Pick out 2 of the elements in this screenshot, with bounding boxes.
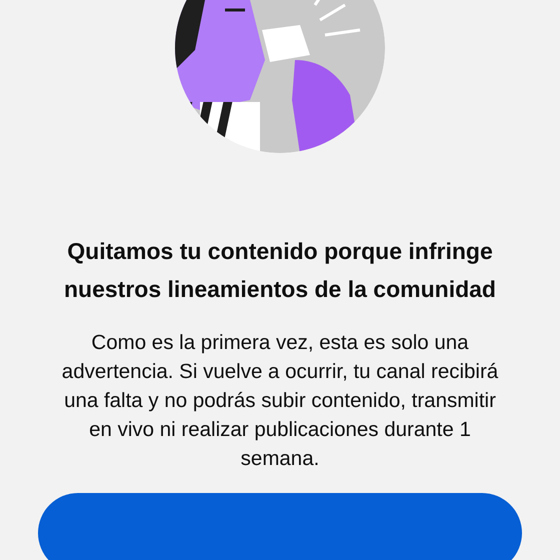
message: Como es la primera vez, esta es solo una advertencia. Si vuelve a ocurrir, tu canal recibirá una falta y no podrás subir contenido, transmitir en vivo ni realizar publicaciones durante 1 semana. — [60, 330, 500, 472]
title: Quitamos tu contenido porque infringe nuestros lineamientos de la comunidad — [63, 237, 497, 304]
